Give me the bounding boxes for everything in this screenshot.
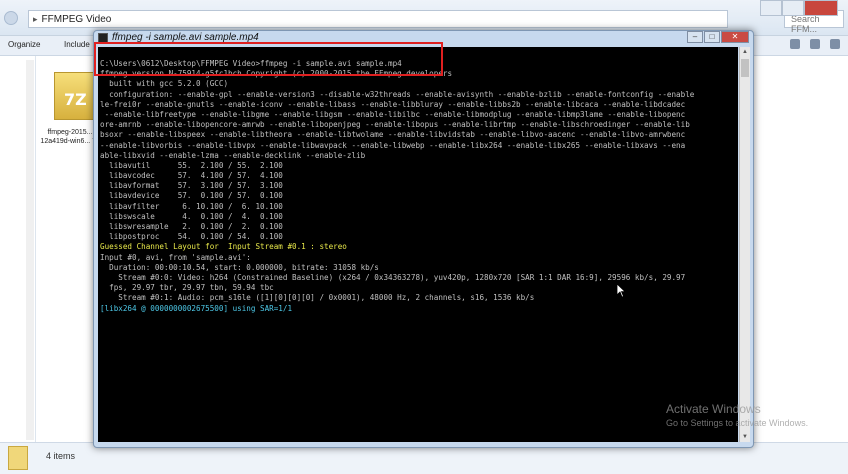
console-line: libavdevice 57. 0.100 / 57. 0.100 bbox=[100, 191, 283, 201]
console-line: le-frei0r --enable-gnutls --enable-iconv… bbox=[100, 99, 686, 109]
back-button[interactable] bbox=[4, 11, 18, 25]
console-line: ore-amrnb --enable-libopencore-amrwb --e… bbox=[100, 120, 690, 130]
console-maximize-button[interactable]: □ bbox=[704, 31, 720, 43]
close-button[interactable] bbox=[804, 0, 838, 16]
folder-icon: ▸ bbox=[33, 13, 38, 24]
scroll-thumb[interactable] bbox=[741, 59, 749, 77]
console-line: Input #0, avi, from 'sample.avi': bbox=[100, 252, 251, 262]
console-line: fps, 29.97 tbr, 29.97 tbn, 59.94 tbc bbox=[100, 283, 274, 293]
console-line: Guessed Channel Layout for Input Stream … bbox=[100, 242, 347, 252]
activation-subtitle: Go to Settings to activate Windows. bbox=[666, 418, 809, 428]
explorer-window-controls bbox=[760, 0, 838, 16]
console-line: --enable-libvorbis --enable-libvpx --ena… bbox=[100, 140, 686, 150]
view-options-icon[interactable] bbox=[790, 39, 800, 49]
address-path: FFMPEG Video bbox=[41, 13, 112, 25]
preview-pane-icon[interactable] bbox=[810, 39, 820, 49]
console-line: Duration: 00:00:10.54, start: 0.000000, … bbox=[100, 262, 379, 272]
console-line: libswscale 4. 0.100 / 4. 0.100 bbox=[100, 211, 283, 221]
file-name: ffmpeg-2015... 12a419d-win6... 7z bbox=[40, 129, 100, 145]
address-bar[interactable]: ▸ FFMPEG Video bbox=[28, 10, 728, 28]
organize-menu[interactable]: Organize bbox=[8, 40, 40, 49]
console-line: libswresample 2. 0.100 / 2. 0.100 bbox=[100, 222, 283, 231]
console-line: built with gcc 5.2.0 (GCC) bbox=[100, 79, 229, 89]
console-line: libpostproc 54. 0.100 / 54. 0.100 bbox=[100, 232, 283, 242]
console-line: libavcodec 57. 4.100 / 57. 4.100 bbox=[100, 171, 283, 181]
console-minimize-button[interactable]: – bbox=[687, 31, 703, 43]
include-menu[interactable]: Include bbox=[64, 40, 90, 49]
scroll-down-icon[interactable]: ▼ bbox=[741, 433, 749, 441]
console-close-button[interactable]: ✕ bbox=[721, 31, 749, 43]
help-icon[interactable] bbox=[830, 39, 840, 49]
console-line: libavfilter 6. 10.100 / 6. 10.100 bbox=[100, 201, 283, 211]
item-count: 4 items bbox=[46, 451, 76, 461]
command-highlight-box bbox=[94, 42, 443, 76]
console-line: Stream #0:0: Video: h264 (Constrained Ba… bbox=[100, 272, 686, 282]
console-scrollbar[interactable]: ▲ ▼ bbox=[739, 47, 750, 442]
console-line: bsoxr --enable-libspeex --enable-libtheo… bbox=[100, 130, 686, 140]
console-output[interactable]: C:\Users\0612\Desktop\FFMPEG Video>ffmpe… bbox=[98, 47, 738, 442]
nav-scrollbar[interactable] bbox=[26, 60, 34, 440]
console-line: Stream #0:1: Audio: pcm_s16le ([1][0][0]… bbox=[100, 293, 535, 303]
mouse-cursor-icon bbox=[617, 284, 625, 298]
minimize-button[interactable] bbox=[760, 0, 782, 16]
console-line: --enable-libfreetype --enable-libgme --e… bbox=[100, 109, 686, 119]
console-line: [libx264 @ 0000000002675500] using SAR=1… bbox=[100, 303, 293, 313]
console-window[interactable]: ffmpeg -i sample.avi sample.mp4 – □ ✕ C:… bbox=[93, 30, 754, 448]
activation-watermark: Activate Windows Go to Settings to activ… bbox=[666, 402, 808, 428]
maximize-button[interactable] bbox=[782, 0, 804, 16]
console-line: able-libxvid --enable-lzma --enable-deck… bbox=[100, 150, 366, 160]
folder-icon bbox=[8, 446, 28, 470]
scroll-up-icon[interactable]: ▲ bbox=[741, 48, 749, 56]
activation-title: Activate Windows bbox=[666, 402, 761, 416]
console-line: configuration: --enable-gpl --enable-ver… bbox=[100, 89, 695, 99]
console-line: libavutil 55. 2.100 / 55. 2.100 bbox=[100, 160, 283, 170]
console-line: libavformat 57. 3.100 / 57. 3.100 bbox=[100, 181, 283, 191]
